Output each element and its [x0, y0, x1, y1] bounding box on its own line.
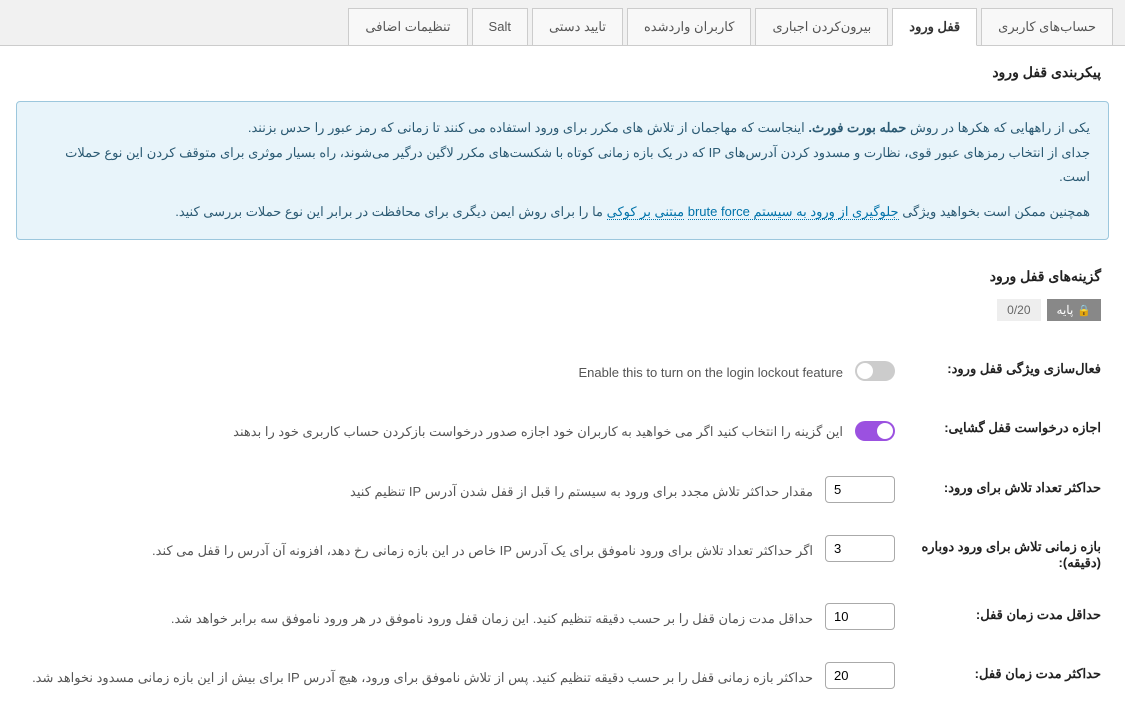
field-label: حداقل مدت زمان قفل:	[911, 603, 1101, 623]
info-notice: یکی از راههایی که هکرها در روش حمله بورت…	[16, 101, 1109, 240]
badge-label: پایه	[1047, 299, 1101, 321]
input-min-lockout[interactable]	[825, 603, 895, 630]
content-area: پیکربندی قفل ورود یکی از راههایی که هکره…	[0, 45, 1125, 706]
row-allow-unlock: اجازه درخواست قفل گشایی: این گزینه را ان…	[0, 400, 1125, 459]
field-hint: این گزینه را انتخاب کنید اگر می خواهید ب…	[233, 416, 843, 443]
tab-logged-in-users[interactable]: کاربران واردشده	[627, 8, 751, 45]
field-label: فعال‌سازی ویژگی قفل ورود:	[911, 357, 1101, 377]
notice-text: اینجاست که مهاجمان از تلاش های مکرر برای…	[248, 120, 809, 135]
field-hint: مقدار حداکثر تلاش مجدد برای ورود به سیست…	[350, 476, 813, 503]
notice-bold: حمله بورت فورث.	[808, 120, 906, 135]
tab-accounts[interactable]: حساب‌های کاربری	[981, 8, 1113, 45]
options-heading: گزینه‌های قفل ورود	[0, 264, 1125, 299]
row-max-lockout: حداکثر مدت زمان قفل: حداکثر بازه زمانی ق…	[0, 646, 1125, 705]
field-hint: حداقل مدت زمان قفل را بر حسب دقیقه تنظیم…	[171, 603, 813, 630]
badge-score: 0/20	[997, 299, 1040, 321]
row-retry-period: بازه زمانی تلاش برای ورود دوباره (دقیقه)…	[0, 519, 1125, 587]
notice-text: ما را برای روش ایمن دیگری برای محافظت در…	[175, 204, 606, 219]
toggle-enable-lockout[interactable]	[855, 361, 895, 381]
field-hint: حداکثر بازه زمانی قفل را بر حسب دقیقه تن…	[32, 662, 813, 689]
tab-extra[interactable]: تنظیمات اضافی	[348, 8, 467, 45]
notice-text: جدای از انتخاب رمزهای عبور قوی، نظارت و …	[35, 141, 1090, 190]
field-hint: Enable this to turn on the login lockout…	[578, 357, 843, 384]
tab-salt[interactable]: Salt	[472, 8, 528, 45]
tabs-container: حساب‌های کاربری قفل ورود بیرون‌کردن اجبا…	[0, 0, 1125, 45]
row-max-attempts: حداکثر تعداد تلاش برای ورود: مقدار حداکث…	[0, 460, 1125, 519]
field-label: حداکثر تعداد تلاش برای ورود:	[911, 476, 1101, 496]
tab-force-logout[interactable]: بیرون‌کردن اجباری	[755, 8, 888, 45]
notice-link-brute-force[interactable]: جلوگیری از ورود به سیستم brute force	[688, 204, 899, 220]
field-label: بازه زمانی تلاش برای ورود دوباره (دقیقه)…	[911, 535, 1101, 571]
field-label: حداکثر مدت زمان قفل:	[911, 662, 1101, 682]
row-min-lockout: حداقل مدت زمان قفل: حداقل مدت زمان قفل ر…	[0, 587, 1125, 646]
lock-icon	[1077, 303, 1091, 317]
notice-text: همچنین ممکن است بخواهید ویژگی	[899, 204, 1090, 219]
notice-link-cookie[interactable]: مبتنی بر کوکی	[607, 204, 685, 220]
page-title: پیکربندی قفل ورود	[0, 46, 1125, 93]
tab-login-lock[interactable]: قفل ورود	[892, 8, 977, 46]
toggle-allow-unlock[interactable]	[855, 421, 895, 441]
security-badge-row: پایه 0/20	[0, 299, 1125, 341]
notice-text: یکی از راههایی که هکرها در روش	[906, 120, 1090, 135]
row-enable-lockout: فعال‌سازی ویژگی قفل ورود: Enable this to…	[0, 341, 1125, 400]
input-max-attempts[interactable]	[825, 476, 895, 503]
input-retry-period[interactable]	[825, 535, 895, 562]
field-hint: اگر حداکثر تعداد تلاش برای ورود ناموفق ب…	[152, 535, 813, 562]
tab-manual-approve[interactable]: تایید دستی	[532, 8, 623, 45]
field-label: اجازه درخواست قفل گشایی:	[911, 416, 1101, 436]
